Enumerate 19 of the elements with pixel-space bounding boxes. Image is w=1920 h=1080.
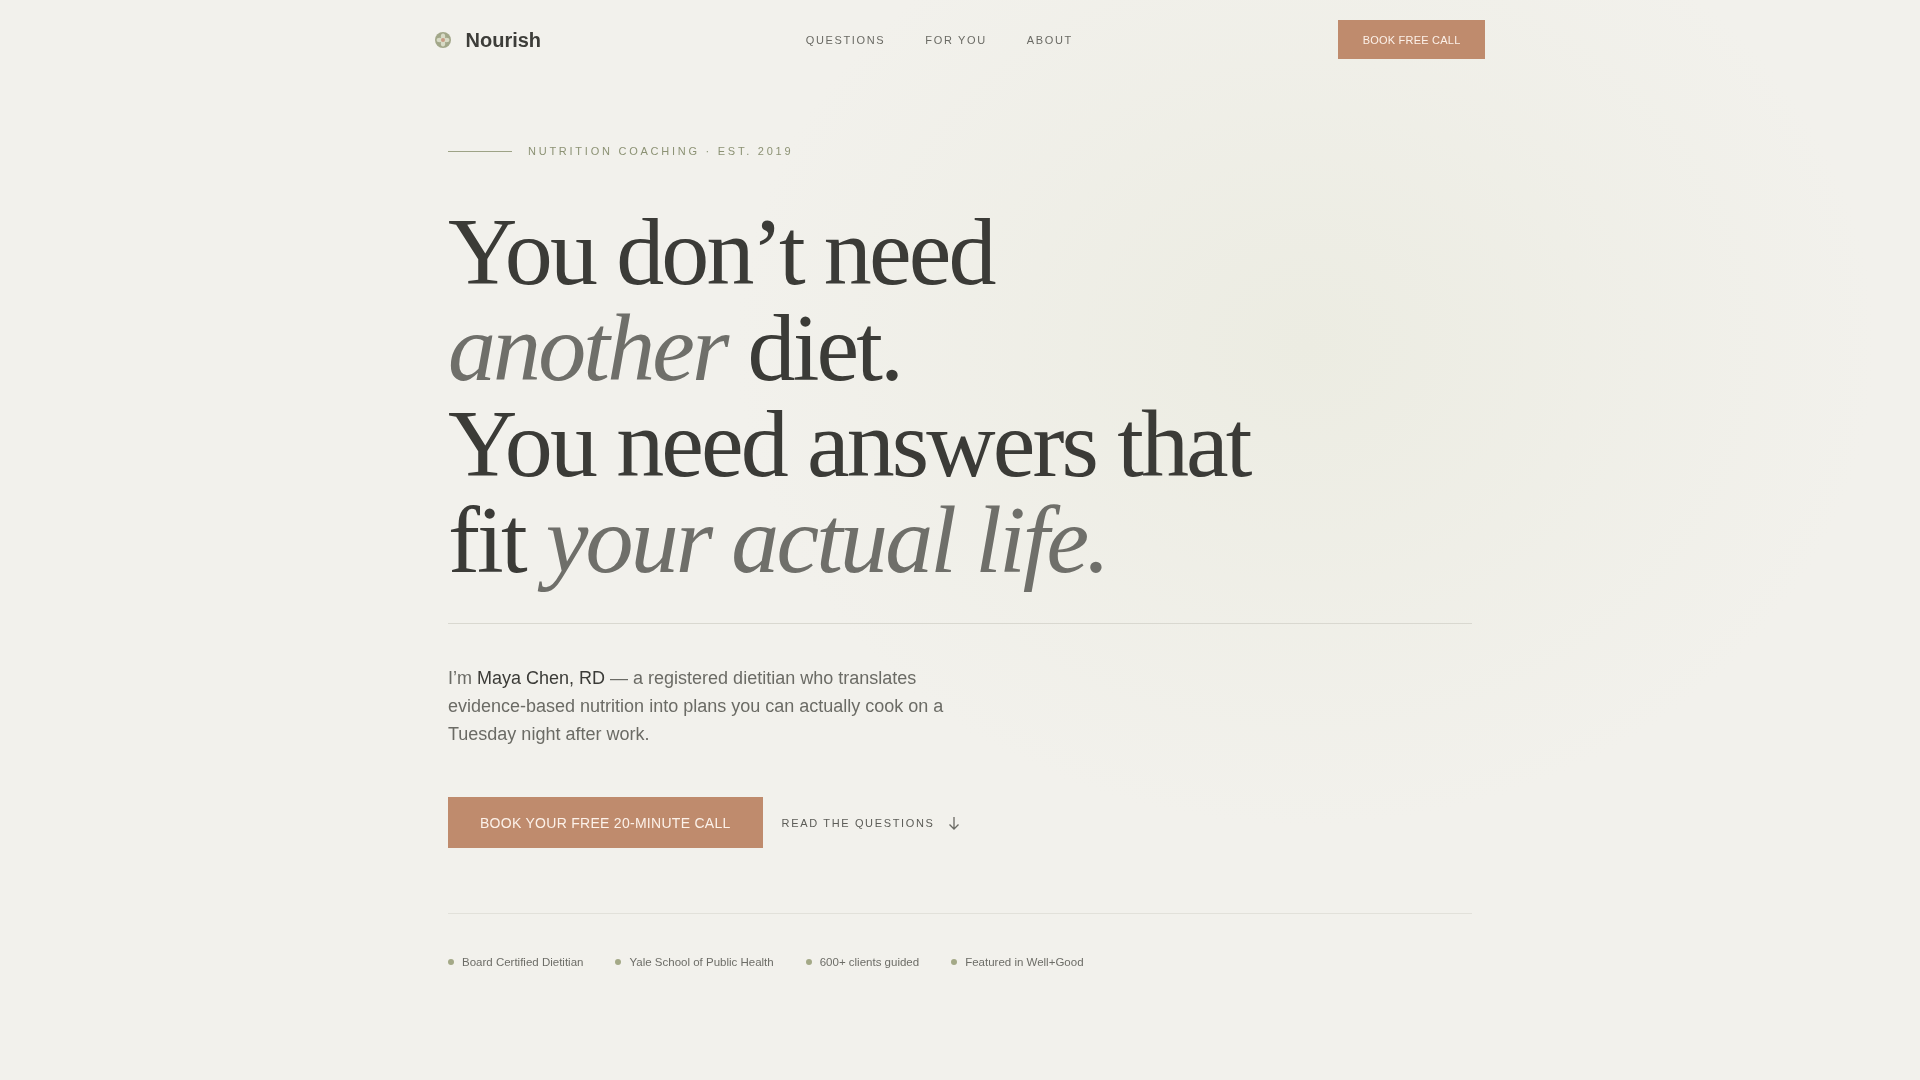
- credential-text: Featured in Well+Good: [965, 955, 1084, 970]
- eyebrow-text: NUTRITION COACHING · EST. 2019: [528, 144, 794, 158]
- flower-icon: [434, 31, 451, 48]
- credential-text: 600+ clients guided: [819, 955, 920, 970]
- brand-name[interactable]: Nourish: [465, 27, 542, 52]
- dot-icon: [615, 959, 622, 965]
- read-questions-link[interactable]: READ THE QUESTIONS: [781, 815, 960, 830]
- nav-link[interactable]: QUESTIONS: [805, 32, 886, 47]
- book-call-button[interactable]: BOOK FREE CALL: [1337, 20, 1486, 59]
- intro-paragraph: I’m Maya Chen, RD — a registered dietitian who translates evidence-based nutrition into plans you can actually cook on a Tuesday night after work.: [448, 667, 945, 746]
- nav-link[interactable]: FOR YOU: [925, 32, 987, 47]
- nav-link[interactable]: ABOUT: [1026, 32, 1073, 47]
- dot-icon: [448, 959, 454, 965]
- dot-icon: [805, 959, 812, 965]
- credential-text: Board Certified Dietitian: [462, 955, 584, 970]
- book-call-button[interactable]: BOOK YOUR FREE 20-MINUTE CALL: [448, 797, 763, 848]
- dot-icon: [951, 959, 958, 965]
- arrow-down-icon: [947, 815, 960, 830]
- credential-text: Yale School of Public Health: [629, 955, 774, 970]
